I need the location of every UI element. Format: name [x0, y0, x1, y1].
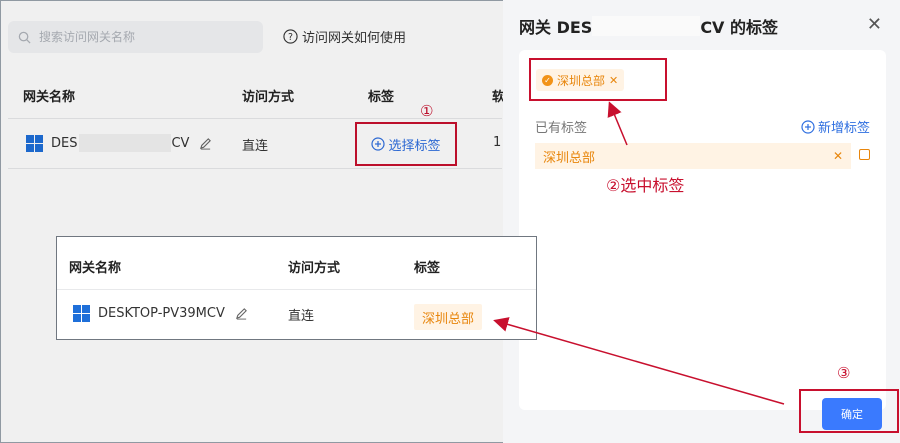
next-col-cell: 1	[493, 135, 502, 150]
result-gateway-name-cell: DESKTOP-PV39MCV	[73, 305, 248, 322]
external-link-icon[interactable]	[859, 149, 870, 160]
chip-close-icon[interactable]: ✕	[609, 74, 618, 87]
select-tag-label: 选择标签	[388, 138, 441, 154]
add-tag-button[interactable]: 新增标签	[801, 117, 870, 136]
result-col-header-access: 访问方式	[288, 261, 341, 276]
panel-title-prefix: 网关 DES	[519, 18, 593, 37]
gateway-name-prefix: DES	[51, 135, 78, 151]
annotation-step1: ①	[420, 102, 434, 120]
existing-tag-item[interactable]: 深圳总部 ✕	[535, 143, 851, 169]
redacted-text	[592, 16, 701, 36]
plus-circle-icon	[371, 137, 386, 151]
result-preview: 网关名称 访问方式 标签 DESKTOP-PV39MCV 直连 深圳总部	[56, 236, 537, 340]
redacted-text	[79, 134, 172, 152]
plus-circle-icon	[801, 119, 815, 134]
edit-icon[interactable]	[199, 137, 212, 150]
col-header-name: 网关名称	[23, 90, 76, 105]
edit-icon[interactable]	[235, 307, 248, 320]
svg-text:?: ?	[288, 32, 293, 43]
remove-tag-icon[interactable]: ✕	[833, 149, 843, 163]
search-box[interactable]	[8, 21, 263, 53]
close-icon[interactable]: ✕	[867, 14, 882, 35]
panel-title: 网关 DES CV 的标签	[519, 14, 778, 38]
result-header-divider	[57, 289, 536, 290]
add-tag-label: 新增标签	[817, 121, 870, 136]
gateway-name-cell: DES CV	[26, 134, 212, 152]
select-tag-button[interactable]: 选择标签	[355, 122, 457, 166]
access-method-cell: 直连	[242, 139, 269, 154]
confirm-button[interactable]: 确定	[822, 398, 882, 430]
result-col-header-tag: 标签	[414, 261, 441, 276]
windows-icon	[26, 134, 43, 152]
selected-tag-chip: ✓ 深圳总部 ✕	[536, 69, 625, 91]
existing-tag-label: 深圳总部	[543, 150, 596, 166]
existing-tags-label: 已有标签	[535, 121, 588, 136]
tag-panel: 网关 DES CV 的标签 ✕ ✓ 深圳总部 ✕ 已有标签 新增标签 深圳总部 …	[503, 0, 900, 443]
panel-title-suffix: CV 的标签	[700, 18, 779, 37]
result-access-cell: 直连	[288, 309, 315, 324]
result-col-header-name: 网关名称	[69, 261, 122, 276]
panel-card	[519, 50, 886, 410]
col-header-tag: 标签	[368, 90, 395, 105]
result-gateway-name: DESKTOP-PV39MCV	[98, 306, 225, 321]
gateway-name-suffix: CV	[171, 135, 190, 151]
annotation-step2: ②选中标签	[606, 176, 685, 195]
annotation-step3: ③	[837, 364, 851, 382]
help-link[interactable]: ? 访问网关如何使用	[283, 27, 406, 46]
selected-tag-label: 深圳总部	[557, 73, 606, 88]
help-link-label: 访问网关如何使用	[302, 31, 407, 46]
search-input[interactable]	[39, 30, 239, 44]
row-divider	[8, 168, 502, 169]
search-icon	[18, 31, 31, 44]
windows-icon	[73, 305, 90, 322]
result-tag-badge: 深圳总部	[414, 304, 483, 330]
check-circle-icon: ✓	[542, 74, 553, 86]
question-circle-icon: ?	[283, 29, 298, 44]
col-header-access: 访问方式	[242, 90, 295, 105]
